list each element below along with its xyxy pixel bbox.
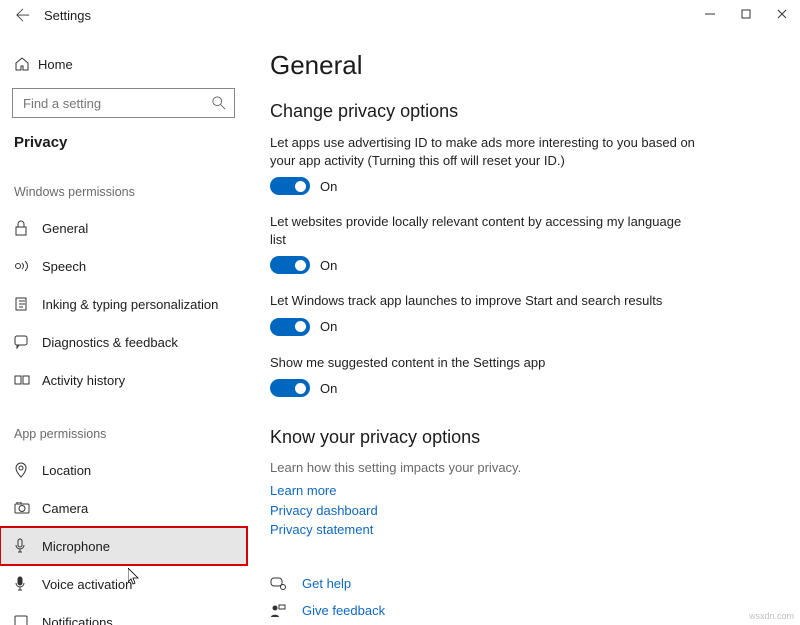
sidebar-item-notifications[interactable]: Notifications	[0, 603, 247, 625]
toggle-advertising-id[interactable]: On	[270, 177, 770, 195]
home-item[interactable]: Home	[0, 50, 247, 78]
back-icon[interactable]	[14, 6, 32, 24]
group-windows-permissions: Windows permissions	[0, 157, 247, 209]
toggle-state: On	[320, 258, 337, 273]
titlebar: Settings	[0, 0, 800, 30]
sidebar-item-camera[interactable]: Camera	[0, 489, 247, 527]
lock-icon	[14, 220, 42, 236]
help-icon	[270, 577, 290, 591]
sidebar-item-inking[interactable]: Inking & typing personalization	[0, 285, 247, 323]
sidebar-item-label: Diagnostics & feedback	[42, 335, 178, 350]
page-title: General	[270, 50, 770, 81]
search-icon	[212, 96, 226, 110]
sidebar-item-label: Speech	[42, 259, 86, 274]
link-privacy-statement[interactable]: Privacy statement	[270, 520, 770, 540]
sidebar-item-label: Camera	[42, 501, 88, 516]
option-track-app-launches: Let Windows track app launches to improv…	[270, 292, 770, 336]
sidebar-item-speech[interactable]: Speech	[0, 247, 247, 285]
voice-icon	[14, 576, 42, 592]
speech-icon	[14, 259, 42, 273]
toggle-track	[270, 256, 310, 274]
toggle-state: On	[320, 319, 337, 334]
close-button[interactable]	[764, 0, 800, 28]
sidebar-item-label: Microphone	[42, 539, 110, 554]
know-section: Know your privacy options Learn how this…	[270, 427, 770, 540]
feedback-link: Give feedback	[302, 601, 385, 621]
body: Home Privacy Windows permissions General	[0, 30, 800, 625]
give-feedback-row[interactable]: Give feedback	[270, 601, 770, 621]
option-suggested-content: Show me suggested content in the Setting…	[270, 354, 770, 398]
link-privacy-dashboard[interactable]: Privacy dashboard	[270, 501, 770, 521]
camera-icon	[14, 502, 42, 514]
help-link: Get help	[302, 574, 351, 594]
search-field[interactable]	[21, 95, 212, 112]
option-desc: Show me suggested content in the Setting…	[270, 354, 700, 372]
minimize-button[interactable]	[692, 0, 728, 28]
toggle-track	[270, 318, 310, 336]
know-heading: Know your privacy options	[270, 427, 770, 448]
inking-icon	[14, 296, 42, 312]
maximize-button[interactable]	[728, 0, 764, 28]
home-icon	[14, 56, 38, 72]
sidebar-item-voice-activation[interactable]: Voice activation	[0, 565, 247, 603]
settings-window: Settings Home Privacy Windows pe	[0, 0, 800, 625]
window-title: Settings	[44, 8, 91, 23]
toggle-track-app-launches[interactable]: On	[270, 318, 770, 336]
history-icon	[14, 374, 42, 386]
option-desc: Let websites provide locally relevant co…	[270, 213, 700, 248]
home-label: Home	[38, 57, 73, 72]
option-desc: Let apps use advertising ID to make ads …	[270, 134, 700, 169]
sidebar-item-label: Activity history	[42, 373, 125, 388]
toggle-suggested-content[interactable]: On	[270, 379, 770, 397]
option-language-list: Let websites provide locally relevant co…	[270, 213, 770, 274]
section-heading: Change privacy options	[270, 101, 770, 122]
get-help-row[interactable]: Get help	[270, 574, 770, 594]
feedback-person-icon	[270, 604, 290, 618]
sidebar-item-label: General	[42, 221, 88, 236]
sidebar-item-location[interactable]: Location	[0, 451, 247, 489]
microphone-icon	[14, 538, 42, 554]
sidebar-item-diagnostics[interactable]: Diagnostics & feedback	[0, 323, 247, 361]
content: General Change privacy options Let apps …	[248, 30, 800, 625]
sidebar-item-label: Inking & typing personalization	[42, 297, 218, 312]
sidebar-section: Privacy	[0, 134, 247, 151]
watermark: wsxdn.com	[749, 611, 794, 621]
sidebar-item-microphone[interactable]: Microphone	[0, 527, 247, 565]
sidebar-item-label: Notifications	[42, 615, 113, 625]
notifications-icon	[14, 615, 42, 625]
search-input[interactable]	[12, 88, 235, 118]
sidebar-item-activity[interactable]: Activity history	[0, 361, 247, 399]
feedback-icon	[14, 335, 42, 349]
toggle-state: On	[320, 381, 337, 396]
toggle-language-list[interactable]: On	[270, 256, 770, 274]
toggle-track	[270, 379, 310, 397]
sidebar-item-general[interactable]: General	[0, 209, 247, 247]
sidebar-item-label: Location	[42, 463, 91, 478]
sidebar: Home Privacy Windows permissions General	[0, 30, 248, 625]
group-app-permissions: App permissions	[0, 399, 247, 451]
location-icon	[14, 462, 42, 478]
know-desc: Learn how this setting impacts your priv…	[270, 460, 770, 475]
window-controls	[692, 0, 800, 28]
option-advertising-id: Let apps use advertising ID to make ads …	[270, 134, 770, 195]
option-desc: Let Windows track app launches to improv…	[270, 292, 700, 310]
toggle-state: On	[320, 179, 337, 194]
sidebar-item-label: Voice activation	[42, 577, 132, 592]
link-learn-more[interactable]: Learn more	[270, 481, 770, 501]
toggle-track	[270, 177, 310, 195]
